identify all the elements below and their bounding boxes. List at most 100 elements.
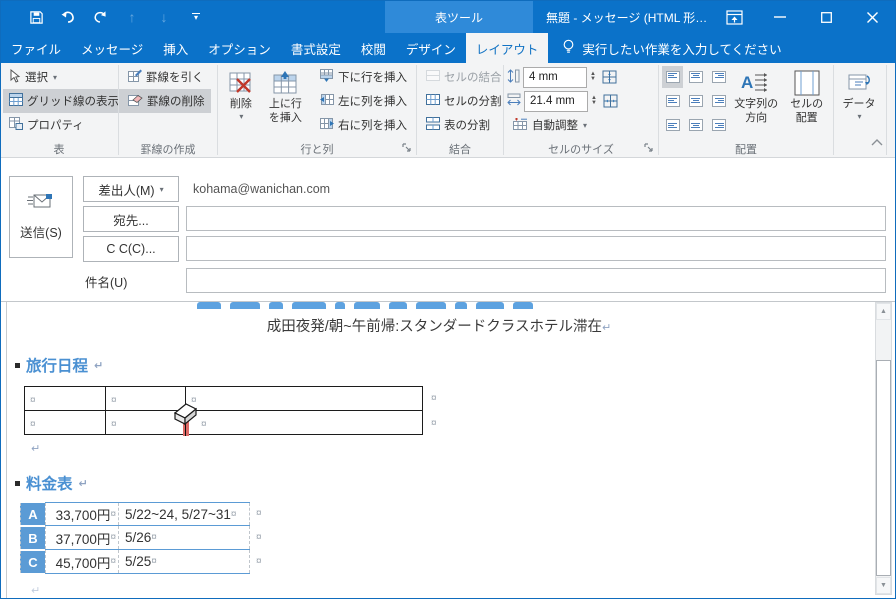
row-height-spinner[interactable]: ▲ ▼ [590, 71, 596, 82]
align-bottom-left-button[interactable] [662, 114, 683, 136]
undo-icon[interactable] [59, 8, 77, 26]
text-direction-button[interactable]: A 文字列の方向 [729, 65, 783, 140]
insert-above-button[interactable]: 上に行を挿入 [261, 65, 310, 140]
table-cell[interactable]: ¤ [24, 410, 106, 435]
subject-input[interactable] [186, 268, 886, 293]
distribute-rows-button[interactable] [599, 66, 621, 88]
row-height-input[interactable]: 4 mm [523, 66, 587, 88]
insert-right-button[interactable]: 右に列を挿入 [314, 113, 413, 137]
split-table-icon [426, 117, 440, 133]
column-width-input[interactable]: 21.4 mm [524, 90, 588, 112]
tab-file[interactable]: ファイル [1, 33, 71, 63]
close-button[interactable] [849, 1, 895, 33]
draw-table-button[interactable]: 罫線を引く [122, 65, 211, 89]
save-icon[interactable] [27, 8, 45, 26]
scroll-down-icon[interactable]: ▼ [876, 577, 891, 594]
price-cell[interactable]: 45,700円 ¤ [45, 550, 118, 573]
cell-alignment-grid [662, 65, 729, 140]
insert-below-button[interactable]: 下に行を挿入 [314, 65, 413, 89]
scroll-up-icon[interactable]: ▲ [876, 303, 891, 320]
autofit-button[interactable]: 自動調整 ▾ [507, 113, 655, 137]
select-cursor-icon [9, 68, 21, 86]
dates-cell[interactable]: 5/25 ¤ [118, 550, 250, 573]
align-bottom-center-button[interactable] [685, 114, 706, 136]
tab-format-text[interactable]: 書式設定 [281, 33, 351, 63]
data-button[interactable]: データ ▾ [837, 65, 881, 140]
dialog-launcher-icon[interactable] [644, 143, 653, 155]
autofit-icon [513, 117, 528, 133]
tell-me-box[interactable]: 実行したい作業を入力してください [548, 33, 782, 63]
border-eraser-toggle[interactable]: 罫線の削除 [122, 89, 211, 113]
to-button[interactable]: 宛先... [83, 206, 179, 232]
quick-access-toolbar: ↑ ↓ ▾ [1, 8, 205, 26]
price-row-header[interactable]: C [20, 551, 45, 573]
table-cell[interactable]: ¤ [185, 410, 423, 435]
price-row-header[interactable]: B [20, 527, 45, 549]
collapse-ribbon-icon[interactable] [871, 135, 883, 149]
column-width-spinner[interactable]: ▲ ▼ [591, 95, 597, 106]
minimize-button[interactable] [757, 1, 803, 33]
insert-left-icon [320, 93, 334, 109]
row-end-marker: ¤ [256, 556, 262, 567]
tab-review[interactable]: 校閲 [351, 33, 396, 63]
to-input[interactable] [186, 206, 886, 231]
dialog-launcher-icon[interactable] [402, 143, 411, 155]
group-label-merge: 結合 [449, 143, 471, 156]
table-row: A 33,700円 ¤ 5/22~24, 5/27~31 ¤ ¤ [20, 502, 262, 526]
customize-qat-icon[interactable]: ▾ [187, 8, 205, 26]
titlebar: ↑ ↓ ▾ 表ツール 無題 - メッセージ (HTML 形… [1, 1, 895, 33]
lightbulb-icon [562, 39, 575, 57]
tab-insert[interactable]: 挿入 [153, 33, 198, 63]
dates-cell[interactable]: 5/22~24, 5/27~31 ¤ [118, 503, 250, 525]
itinerary-table[interactable]: ¤ ¤ ¤ ¤ ¤ ¤ [24, 386, 423, 435]
price-table[interactable]: A 33,700円 ¤ 5/22~24, 5/27~31 ¤ ¤ B 37,700円… [20, 502, 262, 574]
price-cell[interactable]: 37,700円 ¤ [45, 526, 118, 549]
split-cells-button[interactable]: セルの分割 [420, 89, 508, 113]
send-button[interactable]: 送信(S) [9, 176, 73, 258]
tab-message[interactable]: メッセージ [71, 33, 153, 63]
align-bottom-right-button[interactable] [708, 114, 729, 136]
align-center-right-button[interactable] [708, 90, 729, 112]
message-body[interactable]: 成田夜発/朝~午前帰:スタンダードクラスホテル滞在↵ 旅行日程 ↵ ¤ ¤ ¤ … [1, 301, 895, 598]
price-row-header[interactable]: A [20, 503, 45, 525]
group-rows-columns: 削除 ▾ 上に行を挿入 下に行を挿入 左に列を挿入 右に列を挿入 行と列 [219, 63, 415, 157]
insert-below-icon [320, 69, 334, 85]
tab-design[interactable]: デザイン [396, 33, 466, 63]
tab-options[interactable]: オプション [198, 33, 281, 63]
editing-canvas[interactable]: 成田夜発/朝~午前帰:スタンダードクラスホテル滞在↵ 旅行日程 ↵ ¤ ¤ ¤ … [6, 302, 871, 598]
distribute-columns-button[interactable] [600, 90, 622, 112]
group-label-draw-borders: 罫線の作成 [140, 143, 196, 156]
ribbon-display-options-icon[interactable] [711, 1, 757, 33]
scrollbar-thumb[interactable] [876, 360, 891, 576]
select-button[interactable]: 選択 ▾ [3, 65, 125, 89]
group-cell-size: 4 mm ▲ ▼ 21.4 mm ▲ ▼ 自動調整 ▾ セルのサイズ [505, 63, 657, 157]
dates-cell[interactable]: 5/26 ¤ [118, 526, 250, 549]
scrollbar-track[interactable] [876, 320, 891, 577]
table-cell[interactable]: ¤ [185, 386, 423, 411]
align-center-left-button[interactable] [662, 90, 683, 112]
tab-layout[interactable]: レイアウト [465, 33, 549, 63]
maximize-button[interactable] [803, 1, 849, 33]
view-gridlines-toggle[interactable]: グリッド線の表示 [3, 89, 125, 113]
align-top-left-button[interactable] [662, 66, 683, 88]
tell-me-placeholder: 実行したい作業を入力してください [582, 42, 782, 57]
align-center-button[interactable] [685, 90, 706, 112]
cc-button[interactable]: C C(C)... [83, 236, 179, 262]
insert-right-icon [320, 117, 334, 133]
price-cell[interactable]: 33,700円 ¤ [45, 503, 118, 525]
subject-label: 件名(U) [85, 276, 128, 290]
split-table-button[interactable]: 表の分割 [420, 113, 508, 137]
redo-icon[interactable] [91, 8, 109, 26]
insert-left-button[interactable]: 左に列を挿入 [314, 89, 413, 113]
vertical-scrollbar[interactable]: ▲ ▼ [875, 302, 892, 595]
group-table: 選択 ▾ グリッド線の表示 プロパティ 表 [1, 63, 125, 157]
align-top-right-button[interactable] [708, 66, 729, 88]
cc-input[interactable] [186, 236, 886, 261]
align-top-center-button[interactable] [685, 66, 706, 88]
cell-margins-button[interactable]: セルの配置 [783, 65, 830, 140]
delete-button[interactable]: 削除 ▾ [221, 65, 261, 140]
table-properties-button[interactable]: プロパティ [3, 113, 125, 137]
from-button[interactable]: 差出人(M) ▾ [83, 176, 179, 202]
delete-table-icon [229, 68, 253, 98]
table-cell[interactable]: ¤ [24, 386, 106, 411]
